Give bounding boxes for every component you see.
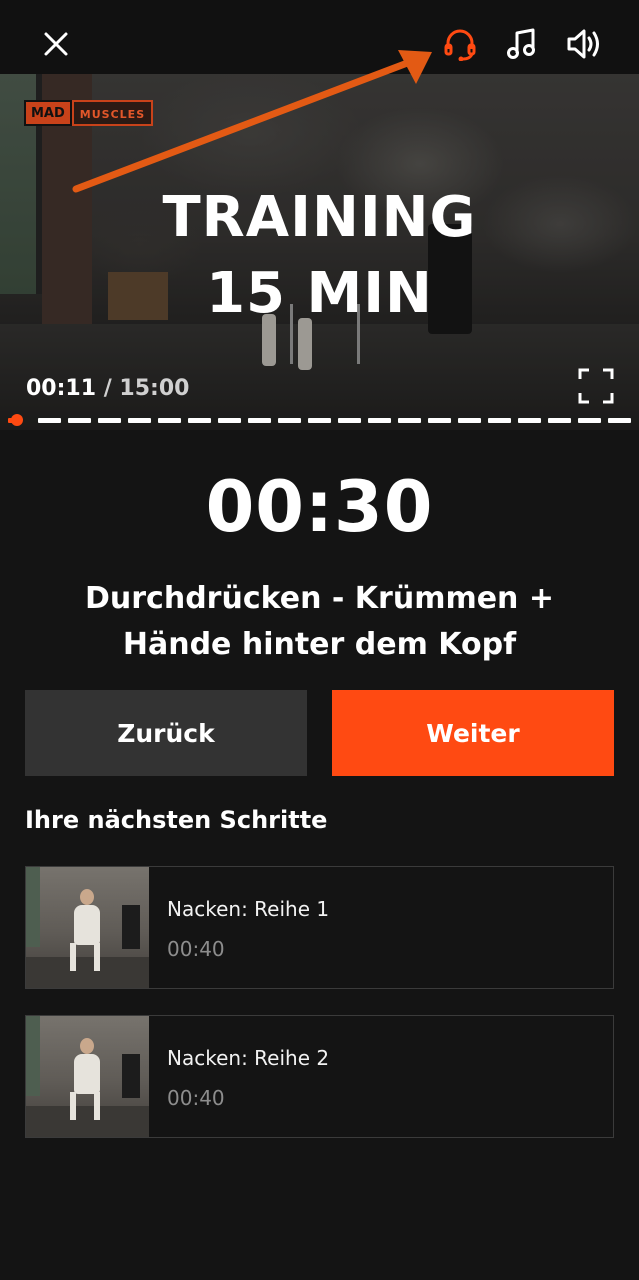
- headset-button[interactable]: [438, 22, 482, 66]
- video-player[interactable]: MAD MUSCLES TRAINING 15 MIN 00:11 / 15:0…: [0, 74, 639, 430]
- next-step-duration: 00:40: [167, 1086, 225, 1110]
- current-time: 00:11: [26, 376, 97, 401]
- progress-segment: [518, 418, 541, 423]
- logo-mad: MAD: [24, 100, 72, 126]
- progress-segment: [308, 418, 331, 423]
- progress-segment: [488, 418, 511, 423]
- video-title-line2: 15 MIN: [206, 261, 433, 326]
- progress-segment: [188, 418, 211, 423]
- fullscreen-button[interactable]: [574, 364, 618, 408]
- top-bar: [0, 0, 639, 74]
- progress-segment: [578, 418, 601, 423]
- progress-segment: [398, 418, 421, 423]
- progress-segment: [218, 418, 241, 423]
- next-step-card[interactable]: Nacken: Reihe 2 00:40: [25, 1015, 614, 1138]
- time-separator: /: [103, 376, 112, 401]
- next-step-duration: 00:40: [167, 937, 225, 961]
- video-title-line1: TRAINING: [162, 185, 477, 250]
- logo-muscles: MUSCLES: [71, 100, 154, 126]
- progress-segment: [98, 418, 121, 423]
- progress-segment: [338, 418, 361, 423]
- progress-segment: [368, 418, 391, 423]
- back-button[interactable]: Zurück: [25, 690, 307, 776]
- volume-icon: [567, 29, 599, 59]
- exercise-thumbnail: [26, 1016, 149, 1137]
- progress-segment: [248, 418, 271, 423]
- progress-knob[interactable]: [11, 414, 23, 426]
- progress-segment: [458, 418, 481, 423]
- progress-segment: [128, 418, 151, 423]
- music-note-icon: [507, 28, 535, 59]
- close-button[interactable]: [36, 24, 76, 64]
- brand-logo: MAD MUSCLES: [24, 100, 154, 126]
- progress-segment: [278, 418, 301, 423]
- music-button[interactable]: [500, 22, 544, 66]
- exercise-title-line1: Durchdrücken - Krümmen +: [85, 581, 554, 616]
- next-steps-heading: Ihre nächsten Schritte: [25, 806, 328, 834]
- next-step-card[interactable]: Nacken: Reihe 1 00:40: [25, 866, 614, 989]
- next-step-title: Nacken: Reihe 2: [167, 1046, 330, 1070]
- headset-icon: [444, 29, 476, 61]
- total-time: 15:00: [119, 376, 190, 401]
- next-step-title: Nacken: Reihe 1: [167, 897, 330, 921]
- progress-segment: [38, 418, 61, 423]
- progress-segment: [68, 418, 91, 423]
- close-icon: [44, 32, 68, 56]
- progress-segment: [158, 418, 181, 423]
- video-progress-bar[interactable]: [0, 414, 639, 426]
- progress-segment: [608, 418, 631, 423]
- exercise-thumbnail: [26, 867, 149, 988]
- exercise-timer: 00:30: [205, 466, 434, 548]
- video-time: 00:11 / 15:00: [26, 376, 189, 401]
- exercise-title-line2: Hände hinter dem Kopf: [122, 627, 517, 662]
- fullscreen-icon: [578, 368, 614, 404]
- progress-segment: [548, 418, 571, 423]
- progress-segment: [428, 418, 451, 423]
- volume-button[interactable]: [562, 22, 606, 66]
- next-button[interactable]: Weiter: [332, 690, 614, 776]
- exercise-title: Durchdrücken - Krümmen + Hände hinter de…: [40, 576, 599, 668]
